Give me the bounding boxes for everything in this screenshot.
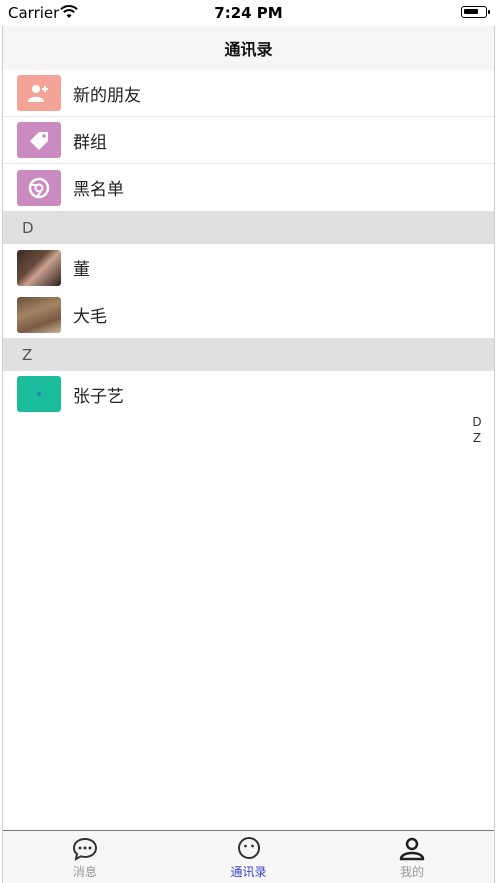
navigation-bar: 通讯录 [3,26,494,71]
contact-name: 大毛 [73,307,107,327]
index-letter-d[interactable]: D [470,414,484,430]
blacklist-row[interactable]: 黑名单 [3,164,494,211]
section-index-bar[interactable]: D Z [470,414,484,446]
tab-me-label: 我的 [400,865,425,879]
blacklist-label: 黑名单 [73,180,124,200]
clock: 7:24 PM [214,4,283,22]
blacklist-icon [17,169,61,206]
contact-list[interactable]: 新的朋友 群组 黑名单 D 董 大毛 Z 张子艺 [3,70,494,417]
groups-row[interactable]: 群组 [3,117,494,164]
tab-contacts-label: 通讯录 [230,865,267,879]
contact-row[interactable]: 张子艺 [3,371,494,417]
contact-name: 董 [73,260,90,280]
section-header-d: D [3,211,494,244]
person-icon [399,837,425,861]
section-header-z: Z [3,338,494,371]
contact-name: 张子艺 [73,386,124,407]
status-bar: Carrier 7:24 PM [0,0,497,26]
avatar [17,296,61,333]
add-friend-icon [17,75,61,111]
app-window: 通讯录 新的朋友 群组 黑名单 D 董 大毛 Z 张子艺 D Z 消息 通讯录 … [2,26,495,883]
contact-row[interactable]: 董 [3,244,494,291]
contacts-smile-icon [237,837,260,859]
tab-me[interactable]: 我的 [330,831,494,883]
new-friends-row[interactable]: 新的朋友 [3,70,494,117]
page-title: 通讯录 [224,40,273,59]
index-letter-z[interactable]: Z [470,430,484,446]
avatar [17,376,61,412]
contact-row[interactable]: 大毛 [3,291,494,338]
tab-contacts[interactable]: 通讯录 [167,831,331,883]
battery-icon [461,6,490,18]
tag-icon [17,122,61,158]
new-friends-label: 新的朋友 [73,85,141,106]
tab-bar: 消息 通讯录 我的 [3,830,494,883]
tab-messages-label: 消息 [72,865,97,879]
groups-label: 群组 [73,132,107,153]
chat-bubble-icon [72,837,97,861]
avatar [17,249,61,286]
tab-messages[interactable]: 消息 [3,831,167,883]
